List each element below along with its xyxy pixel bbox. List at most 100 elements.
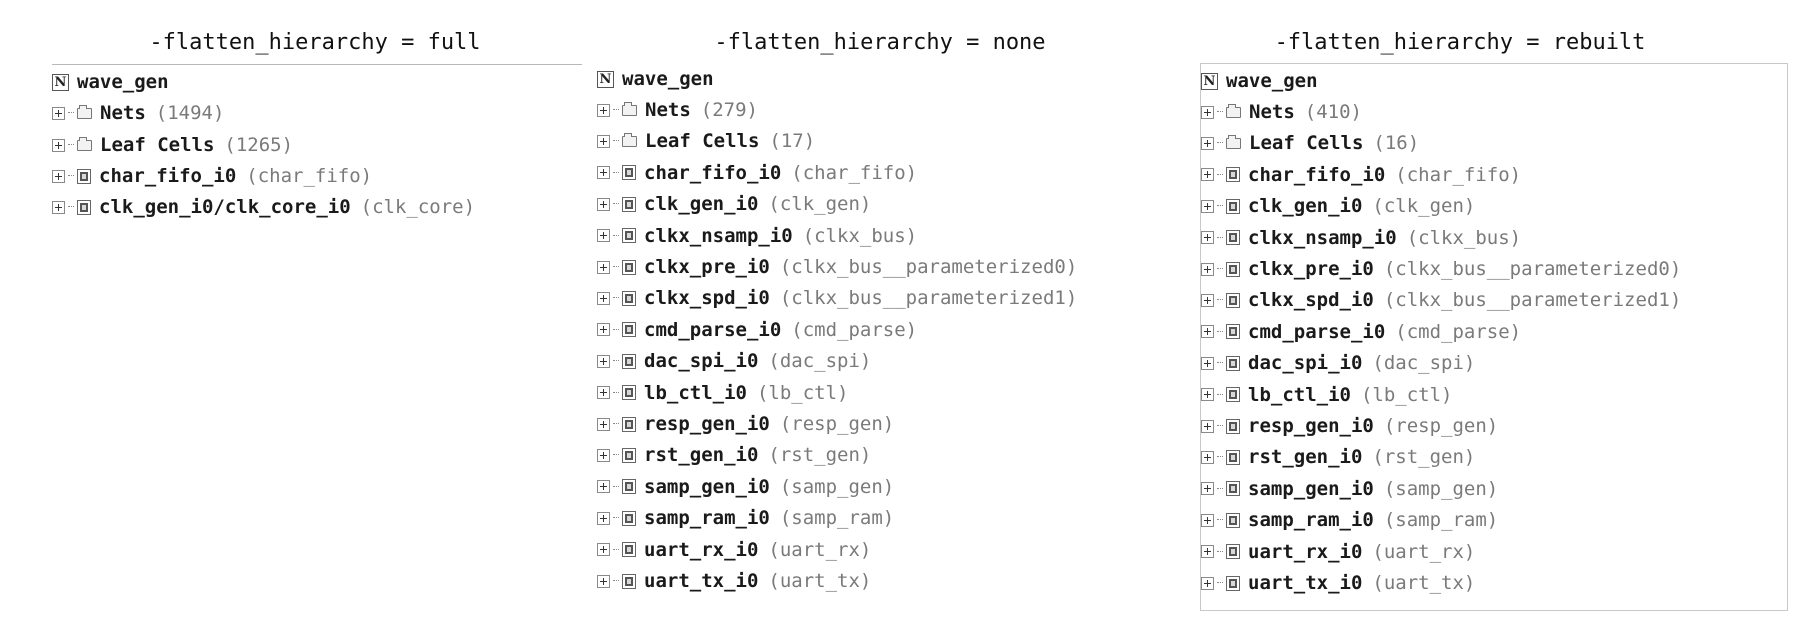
item-info: (clk_gen) bbox=[768, 193, 872, 216]
expand-icon[interactable] bbox=[597, 197, 610, 211]
tree-item-cell[interactable]: uart_rx_i0 (uart_rx) bbox=[1201, 537, 1475, 567]
expand-icon[interactable] bbox=[1201, 105, 1214, 119]
tree-item-cell[interactable]: cmd_parse_i0 (cmd_parse) bbox=[1201, 317, 1521, 347]
tree-connector bbox=[613, 360, 619, 362]
item-info: (clk_core) bbox=[360, 196, 476, 218]
tree-item-cell[interactable]: clkx_pre_i0 (clkx_bus__parameterized0) bbox=[1201, 254, 1681, 284]
tree-item-cell[interactable]: dac_spi_i0 (dac_spi) bbox=[1201, 348, 1475, 378]
tree-item-cell[interactable]: char_fifo_i0 (char_fifo) bbox=[597, 158, 917, 188]
tree-item-cell[interactable]: samp_ram_i0 (samp_ram) bbox=[597, 503, 894, 533]
tree-item-cell[interactable]: uart_rx_i0 (uart_rx) bbox=[597, 535, 871, 565]
expand-icon[interactable] bbox=[1201, 513, 1214, 527]
expand-icon[interactable] bbox=[1201, 576, 1214, 590]
tree-item-cell[interactable]: samp_gen_i0 (samp_gen) bbox=[1201, 474, 1498, 504]
tree-item-cell[interactable]: resp_gen_i0 (resp_gen) bbox=[1201, 411, 1498, 441]
expand-icon[interactable] bbox=[597, 354, 610, 368]
expand-icon[interactable] bbox=[597, 229, 610, 243]
tree-item-cell[interactable]: resp_gen_i0 (resp_gen) bbox=[597, 409, 894, 439]
tree-item-cell[interactable]: clkx_nsamp_i0 (clkx_bus) bbox=[1201, 223, 1521, 253]
tree-item-cell[interactable]: samp_ram_i0 (samp_ram) bbox=[1201, 505, 1498, 535]
expand-icon[interactable] bbox=[1201, 262, 1214, 276]
expand-icon[interactable] bbox=[597, 386, 610, 400]
tree-item-cell[interactable]: clkx_nsamp_i0 (clkx_bus) bbox=[597, 221, 917, 251]
expand-icon[interactable] bbox=[1201, 231, 1214, 245]
cell-icon bbox=[1226, 261, 1240, 277]
expand-icon[interactable] bbox=[597, 323, 610, 337]
expand-icon[interactable] bbox=[1201, 168, 1214, 182]
expand-icon[interactable] bbox=[597, 103, 610, 117]
tree-item-cell[interactable]: uart_tx_i0 (uart_tx) bbox=[1201, 568, 1475, 598]
expand-icon[interactable] bbox=[597, 543, 610, 557]
item-name: char_fifo_i0 bbox=[1248, 163, 1386, 186]
tree-item-folder[interactable]: Nets (279) bbox=[597, 95, 758, 125]
tree-root[interactable]: N wave_gen bbox=[52, 67, 169, 97]
item-info: (samp_gen) bbox=[1383, 477, 1499, 500]
tree-item-cell[interactable]: clkx_spd_i0 (clkx_bus__parameterized1) bbox=[597, 283, 1077, 313]
tree-item-cell[interactable]: lb_ctl_i0 (lb_ctl) bbox=[597, 378, 848, 408]
tree-item-cell[interactable]: clkx_spd_i0 (clkx_bus__parameterized1) bbox=[1201, 285, 1681, 315]
tree-item-folder[interactable]: Nets (410) bbox=[1201, 97, 1362, 127]
tree-item-cell[interactable]: char_fifo_i0 (char_fifo) bbox=[52, 161, 372, 191]
expand-icon[interactable] bbox=[52, 169, 65, 183]
tree-connector bbox=[613, 171, 619, 174]
expand-icon[interactable] bbox=[1201, 450, 1214, 464]
expand-icon[interactable] bbox=[597, 166, 610, 180]
tree-item-cell[interactable]: clk_gen_i0 (clk_gen) bbox=[597, 189, 871, 219]
tree-item-nets[interactable]: Nets (1494) bbox=[52, 98, 224, 128]
expand-icon[interactable] bbox=[1201, 388, 1214, 402]
tree-connector bbox=[68, 175, 74, 177]
panel-title: -flatten_hierarchy = none bbox=[714, 30, 1046, 55]
item-name: clkx_nsamp_i0 bbox=[1248, 226, 1397, 249]
expand-icon[interactable] bbox=[597, 574, 610, 588]
root-label: wave_gen bbox=[77, 71, 169, 93]
expand-icon[interactable] bbox=[1201, 325, 1214, 339]
item-name: clkx_pre_i0 bbox=[1248, 258, 1374, 280]
tree-item-cell[interactable]: dac_spi_i0 (dac_spi) bbox=[597, 346, 871, 376]
expand-icon[interactable] bbox=[1201, 356, 1214, 370]
cell-icon bbox=[622, 510, 636, 526]
tree-root[interactable]: N wave_gen bbox=[1201, 66, 1318, 96]
tree-item-cell[interactable]: clk_gen_i0/clk_core_i0 (clk_core) bbox=[52, 192, 475, 222]
item-info: (rst_gen) bbox=[768, 444, 872, 467]
tree-item-cell[interactable]: clk_gen_i0 (clk_gen) bbox=[1201, 191, 1475, 221]
netlist-icon: N bbox=[1201, 72, 1218, 90]
expand-icon[interactable] bbox=[1201, 545, 1214, 559]
expand-icon[interactable] bbox=[52, 138, 65, 152]
root-label: wave_gen bbox=[622, 68, 714, 90]
expand-icon[interactable] bbox=[597, 480, 610, 494]
expand-icon[interactable] bbox=[1201, 293, 1214, 307]
expand-icon[interactable] bbox=[1201, 482, 1214, 496]
expand-icon[interactable] bbox=[1201, 136, 1214, 150]
tree-item-cell[interactable]: uart_tx_i0 (uart_tx) bbox=[597, 566, 871, 596]
item-info: (uart_rx) bbox=[768, 538, 872, 561]
expand-icon[interactable] bbox=[597, 291, 610, 305]
item-info: (char_fifo) bbox=[1395, 163, 1522, 186]
tree-item-cell[interactable]: char_fifo_i0 (char_fifo) bbox=[1201, 160, 1521, 190]
expand-icon[interactable] bbox=[597, 417, 610, 431]
item-name: cmd_parse_i0 bbox=[644, 318, 782, 341]
tree-item-cell[interactable]: cmd_parse_i0 (cmd_parse) bbox=[597, 315, 917, 345]
expand-icon[interactable] bbox=[52, 106, 65, 120]
tree-root[interactable]: N wave_gen bbox=[597, 64, 714, 94]
tree-item-cell[interactable]: clkx_pre_i0 (clkx_bus__parameterized0) bbox=[597, 252, 1077, 282]
tree-item-leaf-cells[interactable]: Leaf Cells (1265) bbox=[52, 130, 293, 160]
tree-item-folder[interactable]: Leaf Cells (16) bbox=[1201, 128, 1419, 158]
expand-icon[interactable] bbox=[597, 511, 610, 525]
item-info: (samp_ram) bbox=[1383, 509, 1499, 532]
folder-icon bbox=[77, 136, 92, 151]
tree-item-cell[interactable]: rst_gen_i0 (rst_gen) bbox=[1201, 442, 1475, 472]
expand-icon[interactable] bbox=[597, 260, 610, 274]
tree-item-cell[interactable]: rst_gen_i0 (rst_gen) bbox=[597, 440, 871, 470]
item-info: (clkx_bus__parameterized0) bbox=[1383, 258, 1682, 280]
expand-icon[interactable] bbox=[597, 134, 610, 148]
expand-icon[interactable] bbox=[1201, 419, 1214, 433]
tree-item-cell[interactable]: samp_gen_i0 (samp_gen) bbox=[597, 472, 894, 502]
expand-icon[interactable] bbox=[52, 200, 65, 214]
tree-item-folder[interactable]: Leaf Cells (17) bbox=[597, 126, 815, 156]
expand-icon[interactable] bbox=[1201, 199, 1214, 213]
tree-connector bbox=[613, 109, 619, 111]
netlist-icon: N bbox=[52, 73, 69, 91]
cell-icon bbox=[622, 353, 636, 369]
tree-item-cell[interactable]: lb_ctl_i0 (lb_ctl) bbox=[1201, 380, 1452, 410]
expand-icon[interactable] bbox=[597, 448, 610, 462]
